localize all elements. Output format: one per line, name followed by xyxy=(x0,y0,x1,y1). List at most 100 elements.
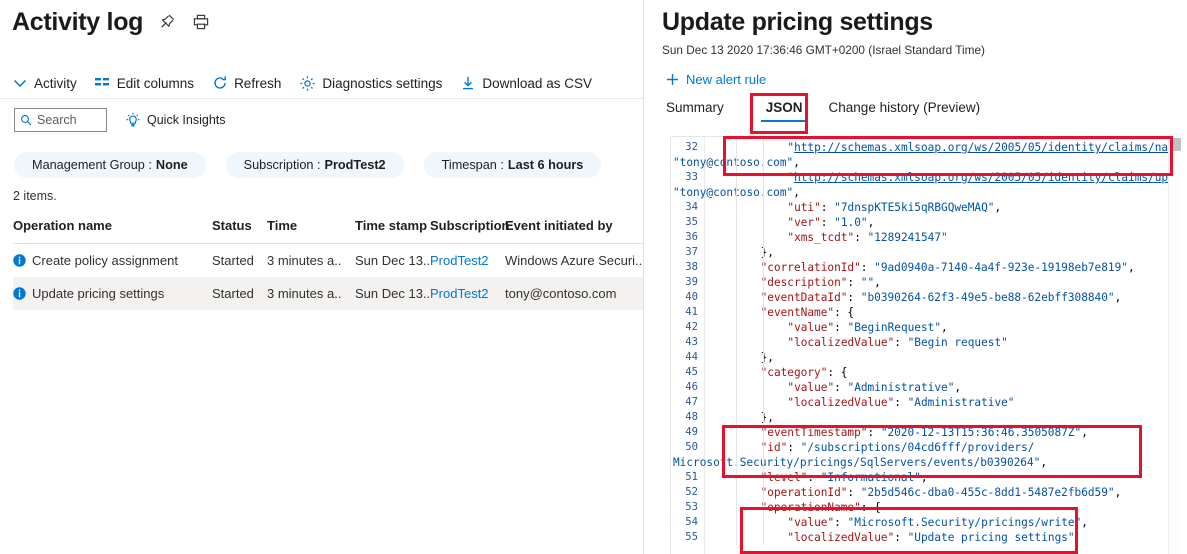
command-refresh[interactable]: Refresh xyxy=(212,75,281,91)
json-line-number: 33 xyxy=(685,170,698,185)
command-download-csv[interactable]: Download as CSV xyxy=(460,75,592,91)
json-token: : xyxy=(861,261,874,274)
cell-event-initiated-by: Windows Azure Securi... xyxy=(505,244,643,278)
screenshot-root: Activity log xyxy=(0,0,1187,554)
json-line-number: 53 xyxy=(685,500,698,515)
json-token: , xyxy=(941,321,948,334)
json-line-number: 45 xyxy=(685,365,698,380)
cell-subscription: ProdTest2 xyxy=(430,277,505,310)
json-code-viewer[interactable]: 3233343536373839404142434445464748495051… xyxy=(670,136,1180,554)
search-input[interactable]: Search xyxy=(14,108,107,132)
json-token: "eventTimestamp" xyxy=(761,426,868,439)
column-header-status[interactable]: Status xyxy=(212,218,267,244)
json-line-number: 49 xyxy=(685,425,698,440)
json-token: "localizedValue" xyxy=(787,531,894,544)
json-token: "Begin request" xyxy=(908,336,1008,349)
json-line: "localizedValue": "Begin request" xyxy=(707,335,1008,350)
column-header-subscription[interactable]: Subscription xyxy=(430,218,505,244)
tab-change-history[interactable]: Change history (Preview) xyxy=(829,100,997,122)
json-token: "Administrative" xyxy=(908,396,1015,409)
json-token: , xyxy=(1115,486,1122,499)
json-line-wrapped: Microsoft.Security/pricings/SqlServers/e… xyxy=(673,455,1047,470)
table-row[interactable]: Create policy assignmentStarted3 minutes… xyxy=(13,244,643,278)
json-token: "1289241547" xyxy=(868,231,948,244)
json-line: "value": "Microsoft.Security/pricings/wr… xyxy=(707,515,1088,530)
table-header-row: Operation name Status Time Time stamp Su… xyxy=(13,218,643,244)
json-code-lines: "http://schemas.xmlsoap.org/ws/2005/05/i… xyxy=(707,137,1180,554)
json-token: "operationId" xyxy=(761,486,848,499)
command-edit-columns[interactable]: Edit columns xyxy=(95,76,194,91)
activity-log-table-body: Create policy assignmentStarted3 minutes… xyxy=(13,244,643,311)
json-token: "localizedValue" xyxy=(787,396,894,409)
subscription-link[interactable]: ProdTest2 xyxy=(430,286,489,301)
command-diagnostics-label: Diagnostics settings xyxy=(322,76,442,91)
chevron-down-icon xyxy=(12,75,28,91)
command-download-csv-label: Download as CSV xyxy=(482,76,592,91)
json-token: "ver" xyxy=(787,216,820,229)
cell-time-stamp: Sun Dec 13... xyxy=(355,277,430,310)
json-token: "tony@contoso.com" xyxy=(673,156,793,169)
column-header-operation-name[interactable]: Operation name xyxy=(13,218,212,244)
json-token: , xyxy=(1040,456,1047,469)
json-line-number: 36 xyxy=(685,230,698,245)
json-token: : xyxy=(847,276,860,289)
json-line-number: 38 xyxy=(685,260,698,275)
json-scrollbar-thumb[interactable] xyxy=(1170,138,1181,151)
json-line-number: 44 xyxy=(685,350,698,365)
json-line: "operationId": "2b5d546c-dba0-455c-8dd1-… xyxy=(707,485,1121,500)
json-line-number: 35 xyxy=(685,215,698,230)
json-line-number: 42 xyxy=(685,320,698,335)
json-line-number: 39 xyxy=(685,275,698,290)
pill-subscription[interactable]: Subscription : ProdTest2 xyxy=(226,152,404,178)
json-line: "description": "", xyxy=(707,275,881,290)
detail-subtitle: Sun Dec 13 2020 17:36:46 GMT+0200 (Israe… xyxy=(662,43,985,57)
json-token: , xyxy=(793,186,800,199)
json-token: "Microsoft.Security/pricings/write" xyxy=(848,516,1082,529)
json-token: : xyxy=(894,396,907,409)
json-token: "tony@contoso.com" xyxy=(673,186,793,199)
json-token: : xyxy=(867,426,880,439)
json-indent-guide xyxy=(763,137,764,545)
print-icon[interactable] xyxy=(191,12,211,32)
json-token: "9ad0940a-7140-4a4f-923e-19198eb7e819" xyxy=(874,261,1128,274)
column-header-time[interactable]: Time xyxy=(267,218,355,244)
command-activity[interactable]: Activity xyxy=(12,75,77,91)
json-token: "xms_tcdt" xyxy=(787,231,854,244)
json-line: "category": { xyxy=(707,365,847,380)
json-line: }, xyxy=(707,410,774,425)
json-token: : xyxy=(821,216,834,229)
subscription-link[interactable]: ProdTest2 xyxy=(430,253,489,268)
column-header-time-stamp[interactable]: Time stamp xyxy=(355,218,430,244)
cell-operation-name: Update pricing settings xyxy=(13,277,212,310)
json-line-number: 34 xyxy=(685,200,698,215)
json-token: : xyxy=(854,231,867,244)
command-diagnostics-settings[interactable]: Diagnostics settings xyxy=(299,75,442,92)
json-token: : xyxy=(894,336,907,349)
pill-timespan-label: Timespan : xyxy=(442,158,504,172)
page-title-row: Activity log xyxy=(12,6,211,38)
json-token: : { xyxy=(861,501,881,514)
json-line-number: 47 xyxy=(685,395,698,410)
json-token: "2020-12-13T15:36:46.3505087Z" xyxy=(881,426,1081,439)
command-edit-columns-label: Edit columns xyxy=(117,76,194,91)
json-token: "value" xyxy=(787,381,834,394)
quick-insights-button[interactable]: Quick Insights xyxy=(125,112,226,128)
pill-management-group[interactable]: Management Group : None xyxy=(14,152,206,178)
tab-summary[interactable]: Summary xyxy=(666,100,740,122)
tab-json[interactable]: JSON xyxy=(754,100,815,122)
table-row[interactable]: Update pricing settingsStarted3 minutes … xyxy=(13,277,643,310)
json-token: : xyxy=(847,291,860,304)
json-token: "Administrative" xyxy=(848,381,955,394)
json-line: "eventTimestamp": "2020-12-13T15:36:46.3… xyxy=(707,425,1088,440)
column-header-event-initiated-by[interactable]: Event initiated by xyxy=(505,218,643,244)
json-scrollbar[interactable] xyxy=(1168,136,1181,554)
json-token: http://schemas.xmlsoap.org/ws/2005/05/id… xyxy=(794,171,1175,184)
json-line-number: 54 xyxy=(685,515,698,530)
new-alert-rule-button[interactable]: New alert rule xyxy=(666,72,766,87)
json-token: http://schemas.xmlsoap.org/ws/2005/05/id… xyxy=(794,141,1180,154)
json-token: "1.0" xyxy=(834,216,867,229)
search-placeholder: Search xyxy=(37,113,77,127)
pill-timespan[interactable]: Timespan : Last 6 hours xyxy=(424,152,602,178)
pin-icon[interactable] xyxy=(157,12,177,32)
lightbulb-icon xyxy=(125,112,141,128)
